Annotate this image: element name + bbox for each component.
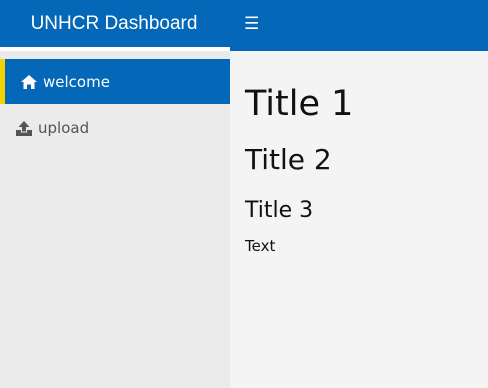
sidebar-item-welcome[interactable]: welcome <box>0 59 230 104</box>
sidebar-item-label: upload <box>38 118 90 137</box>
app-title-text: UNHCR Dashboard <box>30 12 198 34</box>
sidebar-item-label: welcome <box>43 72 110 91</box>
sidebar-item-upload[interactable]: upload <box>0 105 230 150</box>
home-icon <box>20 73 38 91</box>
title-3: Title 3 <box>245 198 314 223</box>
header-bar: ☰ <box>230 0 488 51</box>
sidebar: welcome upload <box>0 47 230 388</box>
app-title: UNHCR Dashboard <box>0 0 230 47</box>
main-content: Title 1 Title 2 Title 3 Text <box>230 51 488 388</box>
title-2: Title 2 <box>245 143 332 176</box>
body-text: Text <box>245 237 276 255</box>
upload-icon <box>15 119 33 137</box>
title-1: Title 1 <box>245 84 354 124</box>
hamburger-menu-icon[interactable]: ☰ <box>244 14 259 34</box>
